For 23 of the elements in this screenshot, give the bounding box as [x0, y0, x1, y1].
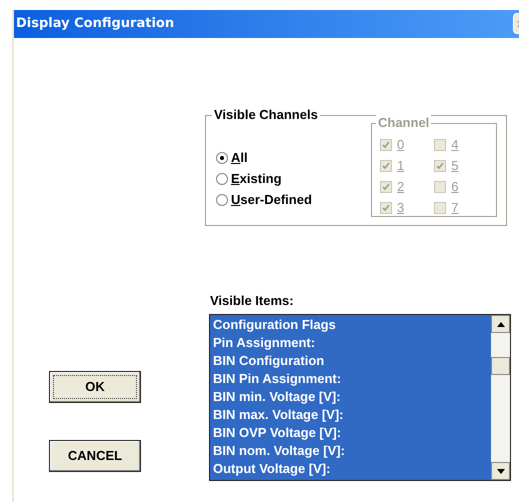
- checkbox-label: 2: [397, 178, 404, 194]
- checkbox-label: 5: [451, 158, 458, 174]
- radio-label[interactable]: All: [231, 150, 248, 166]
- checkbox-label: 7: [451, 200, 458, 216]
- cancel-button[interactable]: CANCEL: [49, 440, 141, 472]
- list-label: Visible Items:: [210, 293, 294, 309]
- checkbox-label: 1: [397, 158, 404, 174]
- scroll-down-icon[interactable]: [491, 462, 510, 480]
- checkbox-label: 3: [397, 200, 404, 216]
- ok-button[interactable]: OK: [49, 371, 141, 403]
- scroll-up-icon[interactable]: [491, 315, 510, 333]
- window-title: Display Configuration: [16, 15, 174, 34]
- radio-button[interactable]: [216, 194, 228, 206]
- scrollbar[interactable]: [491, 315, 510, 480]
- scroll-thumb[interactable]: [491, 357, 510, 375]
- checkbox-label: 4: [451, 136, 458, 152]
- items-listbox[interactable]: Configuration Flags Pin Assignment: BIN Configuration BIN Pin Assignment: BIN min. Voltage [V]: BIN max. Voltage [V]: BIN OVP Voltage [V]: BIN nom. Voltage [V]: Output Voltage [V]:: [209, 314, 511, 481]
- checkbox-label: 0: [397, 136, 404, 152]
- radio-label[interactable]: Existing: [231, 170, 282, 186]
- radio-button[interactable]: [216, 172, 228, 184]
- checkbox-label: 6: [451, 178, 458, 194]
- radio-button[interactable]: [216, 152, 228, 164]
- radio-label[interactable]: User-Defined: [231, 192, 312, 208]
